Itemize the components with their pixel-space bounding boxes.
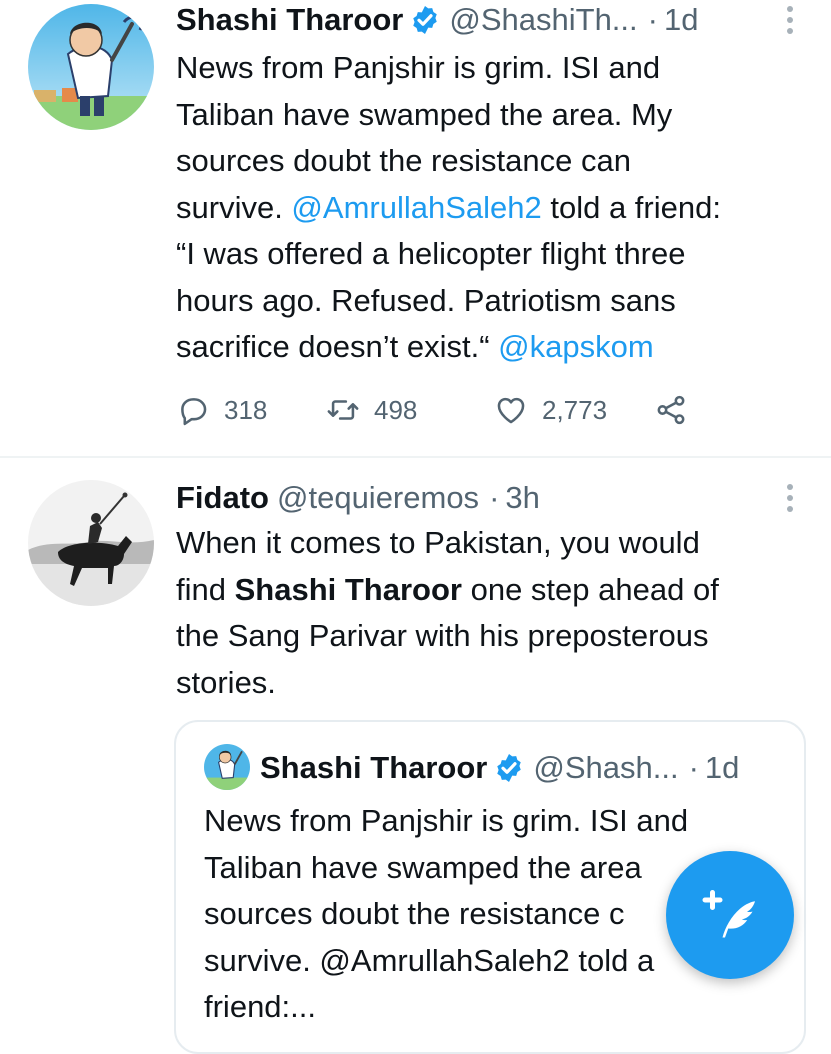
text-line: find Shashi Tharoor one step ahead of [176,567,806,614]
tweet-header: Fidato @tequieremos · 3h [176,478,761,518]
text-line: the Sang Parivar with his preposterous [176,618,709,653]
share-button[interactable] [654,393,688,427]
text-line: hours ago. Refused. Patriotism sans [176,282,676,318]
author-name[interactable]: Shashi Tharoor [176,2,403,38]
compose-tweet-button[interactable] [666,851,794,979]
author-handle[interactable]: @ShashiTh... [449,2,637,38]
reply-button[interactable]: 318 [176,393,326,427]
text-line: sources doubt the resistance can [176,143,631,178]
tweet-text: News from Panjshir is grim. ISI and Tali… [176,45,806,371]
quoted-tweet-time: 1d [704,750,740,785]
separator-dot: · [647,2,658,37]
text-line: News from Panjshir is grim. ISI and [176,50,661,85]
avatar[interactable] [28,480,154,606]
more-vertical-icon[interactable] [785,484,795,516]
retweet-count: 498 [374,394,418,425]
text-line: News from Panjshir is grim. ISI and [204,803,689,838]
separator-dot: · [688,750,699,785]
like-button[interactable]: 2,773 [494,393,654,427]
text-line: When it comes to Pakistan, you would [176,525,700,560]
verified-badge-icon [497,754,522,782]
compose-tweet-icon [702,890,755,938]
highlighted-text: Shashi Tharoor [234,571,462,607]
text-line: survive. @AmrullahSaleh2 told a friend: [176,185,806,232]
text-segment: told a friend: [541,189,721,225]
verified-badge-icon [413,6,438,34]
text-line: “I was offered a helicopter flight three [176,236,686,271]
separator-dot: · [489,480,500,515]
quoted-author-handle: @Shash... [533,750,679,785]
more-vertical-icon[interactable] [785,6,795,38]
reply-icon [181,398,207,426]
retweet-button[interactable]: 498 [326,393,494,427]
text-segment: find [176,571,235,607]
tweet-text: When it comes to Pakistan, you would fin… [176,520,806,706]
text-line: sacrifice doesn’t exist.“ @kapskom [176,324,806,371]
reply-count: 318 [224,394,268,425]
text-segment: survive. [176,189,292,225]
like-count: 2,773 [542,394,608,425]
avatar[interactable] [28,4,154,130]
author-handle[interactable]: @tequieremos [277,480,479,516]
tweet-time[interactable]: 1d [664,2,698,38]
text-line: Taliban have swamped the area. My [176,96,673,132]
author-name[interactable]: Fidato [176,480,269,516]
quoted-avatar [204,744,250,790]
text-segment: one step ahead of [461,571,719,607]
mention-link[interactable]: @kapskom [498,329,654,364]
retweet-icon [327,400,359,420]
quoted-header: Shashi Tharoor @Shash... · 1d [260,748,739,788]
share-icon [657,395,685,425]
text-segment: sacrifice doesn’t exist.“ [176,329,499,364]
tweet-header: Shashi Tharoor @ShashiTh... · 1d [176,0,761,40]
tweet-actions: 318 498 2,773 [176,388,716,432]
quoted-author-name: Shashi Tharoor [260,750,488,785]
mention-link[interactable]: @AmrullahSaleh2 [291,190,541,225]
tweet-time[interactable]: 3h [505,480,539,516]
heart-icon [497,397,525,424]
tweet-shashi-tharoor[interactable]: Shashi Tharoor @ShashiTh... · 1d News fr… [0,0,831,456]
text-line: stories. [176,664,276,700]
